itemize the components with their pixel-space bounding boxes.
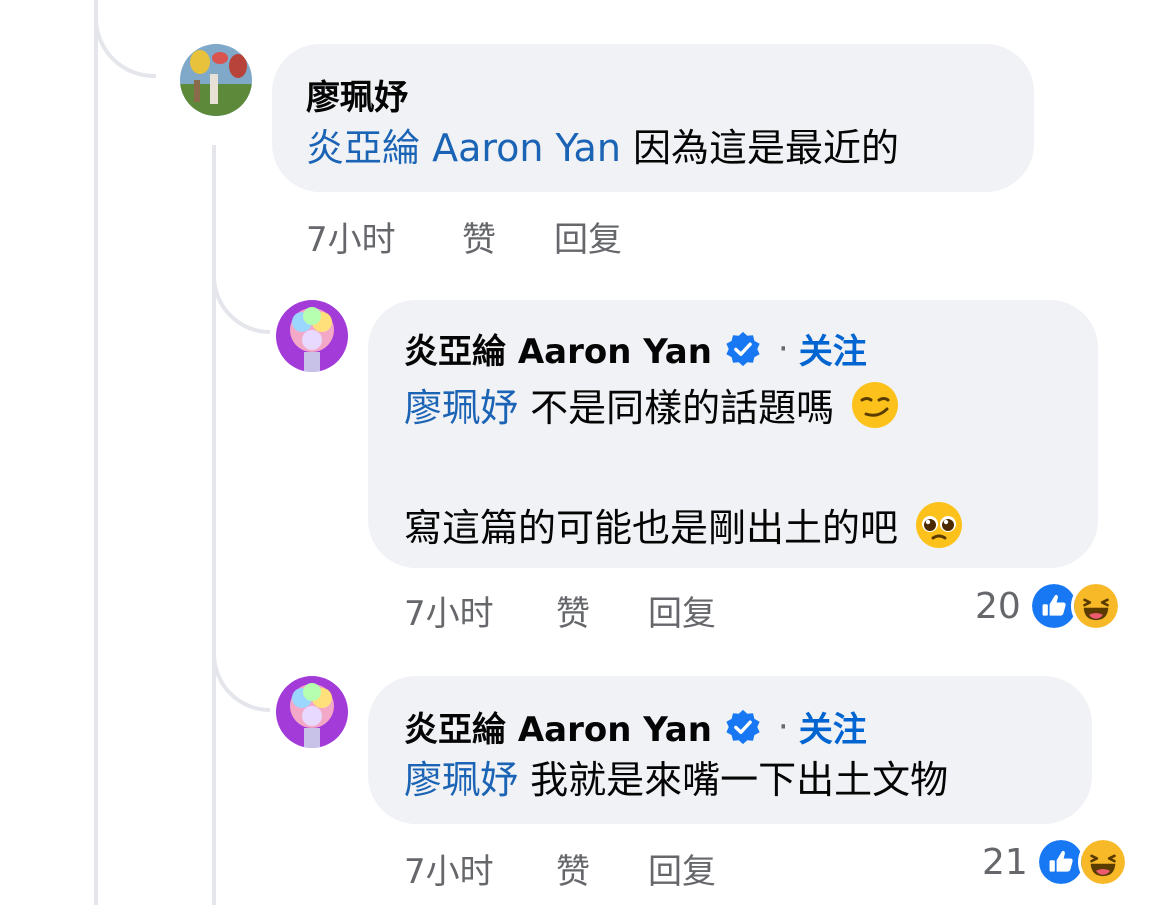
thread-curve-top	[94, 0, 156, 78]
thread-curve-reply2	[212, 620, 270, 712]
haha-reaction-icon	[1077, 837, 1128, 887]
comment-author[interactable]: 廖珮妤	[306, 70, 408, 119]
comment-thread: 廖珮妤 炎亞綸 Aaron Yan 因為這是最近的 7小时 赞 回复 炎亞綸 A…	[0, 0, 1170, 905]
reaction-summary[interactable]: 20	[975, 580, 1121, 632]
comment-time[interactable]: 7小时	[306, 212, 396, 261]
like-button[interactable]: 赞	[556, 844, 590, 893]
pleading-face-emoji-icon	[916, 502, 963, 548]
author-name[interactable]: 廖珮妤	[306, 70, 408, 119]
like-button[interactable]: 赞	[462, 212, 496, 261]
avatar-aaron-yan[interactable]	[276, 300, 348, 372]
verified-badge-icon	[726, 709, 760, 744]
comment-time[interactable]: 7小时	[404, 586, 494, 635]
follow-button[interactable]: 关注	[799, 324, 867, 373]
author-name[interactable]: 炎亞綸 Aaron Yan	[404, 324, 712, 373]
author-name[interactable]: 炎亞綸 Aaron Yan	[404, 702, 712, 751]
mention-link[interactable]: 炎亞綸 Aaron Yan	[306, 126, 621, 170]
reaction-count: 20	[975, 585, 1021, 627]
reply-body-line2: 寫這篇的可能也是剛出土的吧	[404, 506, 899, 550]
reaction-count: 21	[982, 841, 1028, 883]
smirking-face-emoji-icon	[852, 382, 899, 428]
reply-text-line2: 寫這篇的可能也是剛出土的吧	[404, 500, 964, 553]
reaction-summary[interactable]: 21	[982, 836, 1128, 888]
avatar-aaron-yan[interactable]	[276, 676, 348, 748]
separator-dot: ·	[777, 328, 789, 369]
follow-button[interactable]: 关注	[799, 702, 867, 751]
reply-button[interactable]: 回复	[648, 844, 716, 893]
comment-text: 炎亞綸 Aaron Yan 因為這是最近的	[306, 124, 899, 173]
reply-body-line1: 不是同樣的話題嗎	[530, 386, 835, 430]
comment-actions: 7小时 赞 回复	[306, 212, 706, 260]
reply-text: 廖珮妤 我就是來嘴一下出土文物	[404, 756, 948, 805]
reply-button[interactable]: 回复	[554, 212, 622, 261]
comment-time[interactable]: 7小时	[404, 844, 494, 893]
like-button[interactable]: 赞	[556, 586, 590, 635]
reply-button[interactable]: 回复	[648, 586, 716, 635]
reply-text-line1: 廖珮妤 不是同樣的話題嗎	[404, 380, 900, 433]
reply-actions: 7小时 赞 回复	[404, 844, 804, 892]
separator-dot: ·	[777, 706, 789, 747]
haha-reaction-icon	[1070, 581, 1121, 631]
comment-body: 因為這是最近的	[633, 126, 900, 170]
thread-curve-reply1	[212, 250, 270, 334]
reply-actions: 7小时 赞 回复	[404, 586, 804, 634]
thread-line-outer	[94, 0, 98, 905]
reply-author-row: 炎亞綸 Aaron Yan · 关注	[404, 702, 867, 751]
mention-link[interactable]: 廖珮妤	[404, 758, 518, 802]
mention-link[interactable]: 廖珮妤	[404, 386, 518, 430]
avatar-commenter[interactable]	[180, 44, 252, 116]
reply-author-row: 炎亞綸 Aaron Yan · 关注	[404, 324, 867, 373]
verified-badge-icon	[726, 331, 760, 366]
reply-body: 我就是來嘴一下出土文物	[530, 758, 949, 802]
